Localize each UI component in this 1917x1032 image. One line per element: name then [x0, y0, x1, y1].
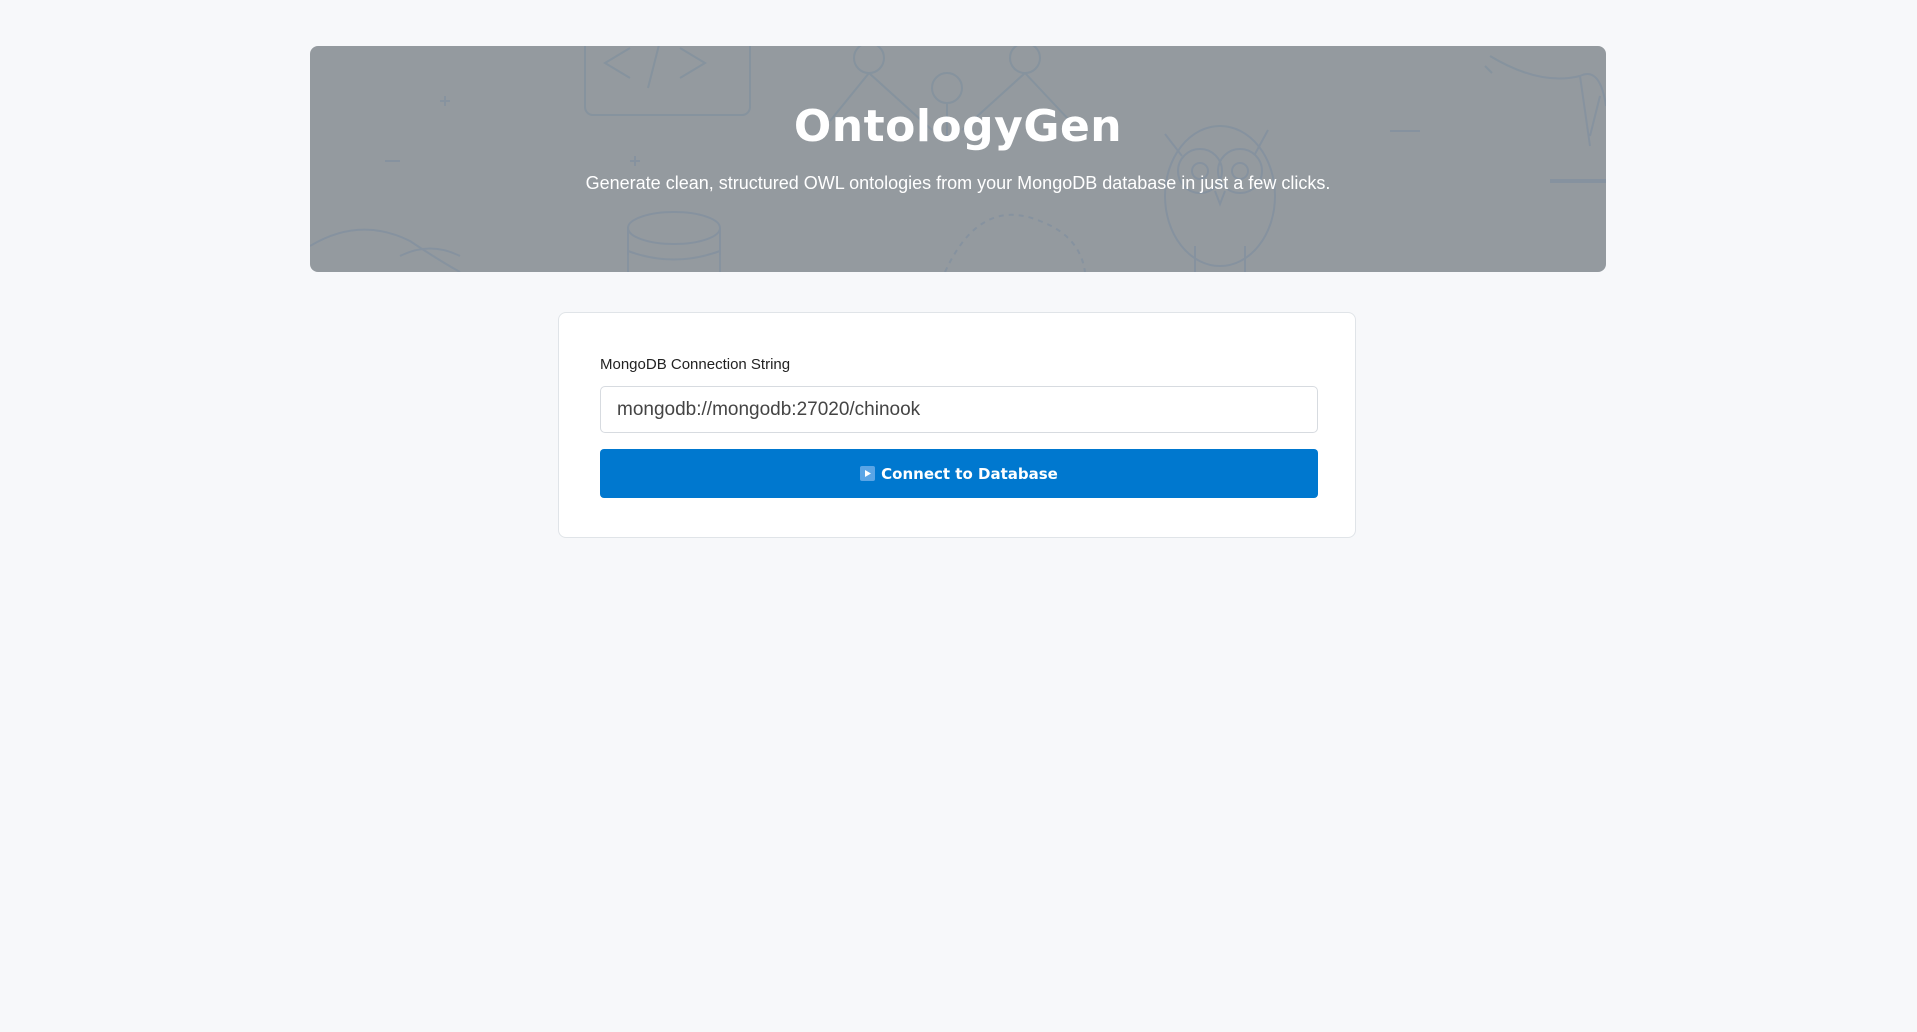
connection-card: MongoDB Connection String Connect to Dat…: [558, 312, 1356, 538]
connect-button-label: Connect to Database: [881, 464, 1058, 483]
connection-string-label: MongoDB Connection String: [600, 356, 791, 373]
play-icon: [860, 466, 876, 481]
dashed-arc-doodle: [944, 213, 1086, 272]
code-brackets-icon: [603, 46, 707, 89]
page-title: OntologyGen: [793, 101, 1123, 152]
database-cylinder-icon: [627, 211, 721, 272]
page-subtitle: Generate clean, structured OWL ontologie…: [585, 173, 1331, 193]
fish-doodle-icon: [310, 228, 461, 272]
hero-background-illustration: [310, 46, 1606, 272]
hero-banner: OntologyGen Generate clean, structured O…: [310, 46, 1606, 272]
connection-string-input[interactable]: [600, 386, 1318, 433]
connect-to-database-button[interactable]: Connect to Database: [600, 449, 1318, 498]
